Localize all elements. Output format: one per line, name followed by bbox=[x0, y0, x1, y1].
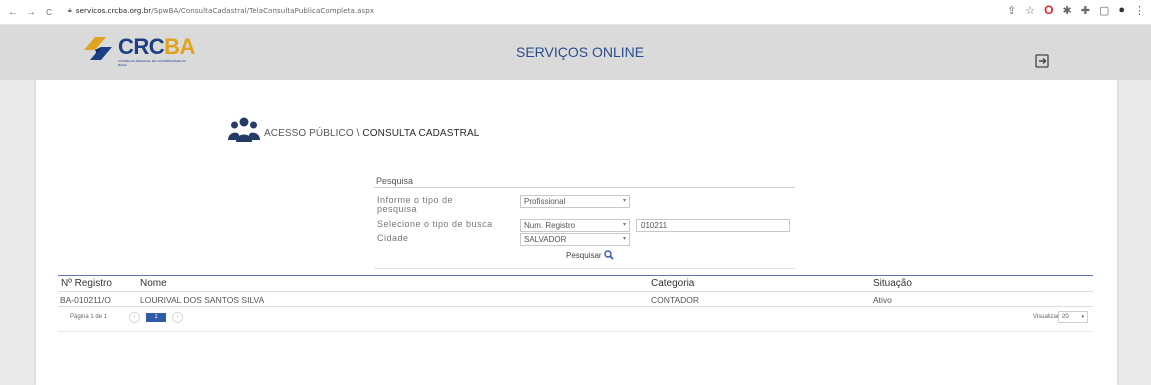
logo-text: CRCBA bbox=[118, 34, 195, 59]
column-header-registro[interactable]: Nº Registro bbox=[61, 278, 112, 289]
page-button-current[interactable]: 1 bbox=[146, 313, 166, 322]
cell-nome: LOURIVAL DOS SANTOS SILVA bbox=[140, 295, 265, 305]
browser-extensions: ⇪ ☆ O ✱ ✚ ▢ ● ⋮ bbox=[1007, 3, 1145, 17]
chevron-down-icon: ▾ bbox=[622, 222, 626, 228]
page-info: Página 1 de 1 bbox=[70, 314, 108, 320]
page-size-label: Visualizar bbox=[1033, 314, 1059, 320]
url-path: /SpwBA/ConsultaCadastral/TelaConsultaPub… bbox=[151, 6, 375, 15]
lock-icon: 🔒︎ bbox=[68, 6, 72, 14]
table-top-border bbox=[58, 275, 1093, 276]
search-by-select[interactable]: Num. Registro ▾ bbox=[520, 219, 630, 232]
divider bbox=[374, 268, 795, 269]
next-page-button[interactable]: › bbox=[172, 312, 183, 323]
logo-subtitle: CONSELHO REGIONAL DE CONTABILIDADE DA BA… bbox=[118, 59, 186, 67]
magnifier-icon bbox=[603, 250, 614, 260]
address-bar[interactable]: 🔒︎ servicos.crcba.org.br /SpwBA/Consulta… bbox=[68, 6, 374, 15]
search-title: Pesquisa bbox=[376, 176, 414, 186]
browser-toolbar: ← → C 🔒︎ servicos.crcba.org.br /SpwBA/Co… bbox=[0, 0, 1151, 25]
star-icon[interactable]: ☆ bbox=[1025, 4, 1035, 17]
search-by-label: Selecione o tipo de busca bbox=[377, 219, 493, 229]
divider bbox=[374, 187, 795, 188]
users-icon bbox=[228, 117, 260, 142]
opera-icon[interactable]: O bbox=[1044, 3, 1053, 17]
crcba-logo[interactable]: CRCBA CONSELHO REGIONAL DE CONTABILIDADE… bbox=[82, 34, 202, 72]
page-size-select[interactable]: 20 ▾ bbox=[1058, 311, 1088, 323]
breadcrumb-current: CONSULTA CADASTRAL bbox=[362, 128, 480, 139]
site-title: SERVIÇOS ONLINE bbox=[516, 44, 645, 60]
chevron-down-icon: ▾ bbox=[1081, 314, 1084, 320]
reload-icon[interactable]: C bbox=[42, 8, 56, 17]
pin-icon[interactable]: ✱ bbox=[1063, 4, 1072, 17]
share-icon[interactable]: ⇪ bbox=[1007, 4, 1016, 17]
divider bbox=[58, 331, 1093, 332]
search-type-label: Informe o tipo de pesquisa bbox=[377, 195, 454, 214]
city-label: Cidade bbox=[377, 233, 409, 243]
search-button-label: Pesquisar bbox=[566, 250, 602, 260]
search-button[interactable]: Pesquisar bbox=[566, 250, 614, 260]
table-bottom-border bbox=[58, 306, 1093, 307]
back-arrow-icon[interactable]: ← bbox=[6, 7, 20, 18]
column-header-nome[interactable]: Nome bbox=[140, 278, 167, 289]
window-icon[interactable]: ▢ bbox=[1099, 4, 1109, 17]
puzzle-icon[interactable]: ✚ bbox=[1081, 4, 1090, 17]
search-type-select[interactable]: Profissional ▾ bbox=[520, 195, 630, 208]
cell-categoria: CONTADOR bbox=[651, 295, 700, 305]
url-host: servicos.crcba.org.br bbox=[75, 6, 152, 15]
prev-page-button[interactable]: ‹ bbox=[129, 312, 140, 323]
profile-icon[interactable]: ● bbox=[1118, 4, 1125, 16]
breadcrumb-section[interactable]: ACESSO PÚBLICO \ bbox=[264, 128, 360, 139]
column-header-categoria[interactable]: Categoria bbox=[651, 278, 694, 289]
breadcrumb: ACESSO PÚBLICO \ CONSULTA CADASTRAL bbox=[264, 128, 479, 139]
crcba-logo-icon bbox=[84, 37, 112, 60]
city-select[interactable]: SALVADOR ▾ bbox=[520, 233, 630, 246]
chevron-down-icon: ▾ bbox=[622, 236, 626, 242]
cell-registro: BA-010211/O bbox=[60, 295, 111, 305]
forward-arrow-icon[interactable]: → bbox=[24, 7, 38, 18]
table-header-divider bbox=[58, 291, 1093, 292]
column-header-situacao[interactable]: Situação bbox=[873, 278, 912, 289]
registro-input[interactable]: 010211 bbox=[636, 219, 790, 232]
logout-icon[interactable] bbox=[1035, 54, 1049, 68]
cell-situacao: Ativo bbox=[873, 295, 892, 305]
chevron-down-icon: ▾ bbox=[622, 198, 626, 204]
menu-icon[interactable]: ⋮ bbox=[1134, 4, 1145, 17]
